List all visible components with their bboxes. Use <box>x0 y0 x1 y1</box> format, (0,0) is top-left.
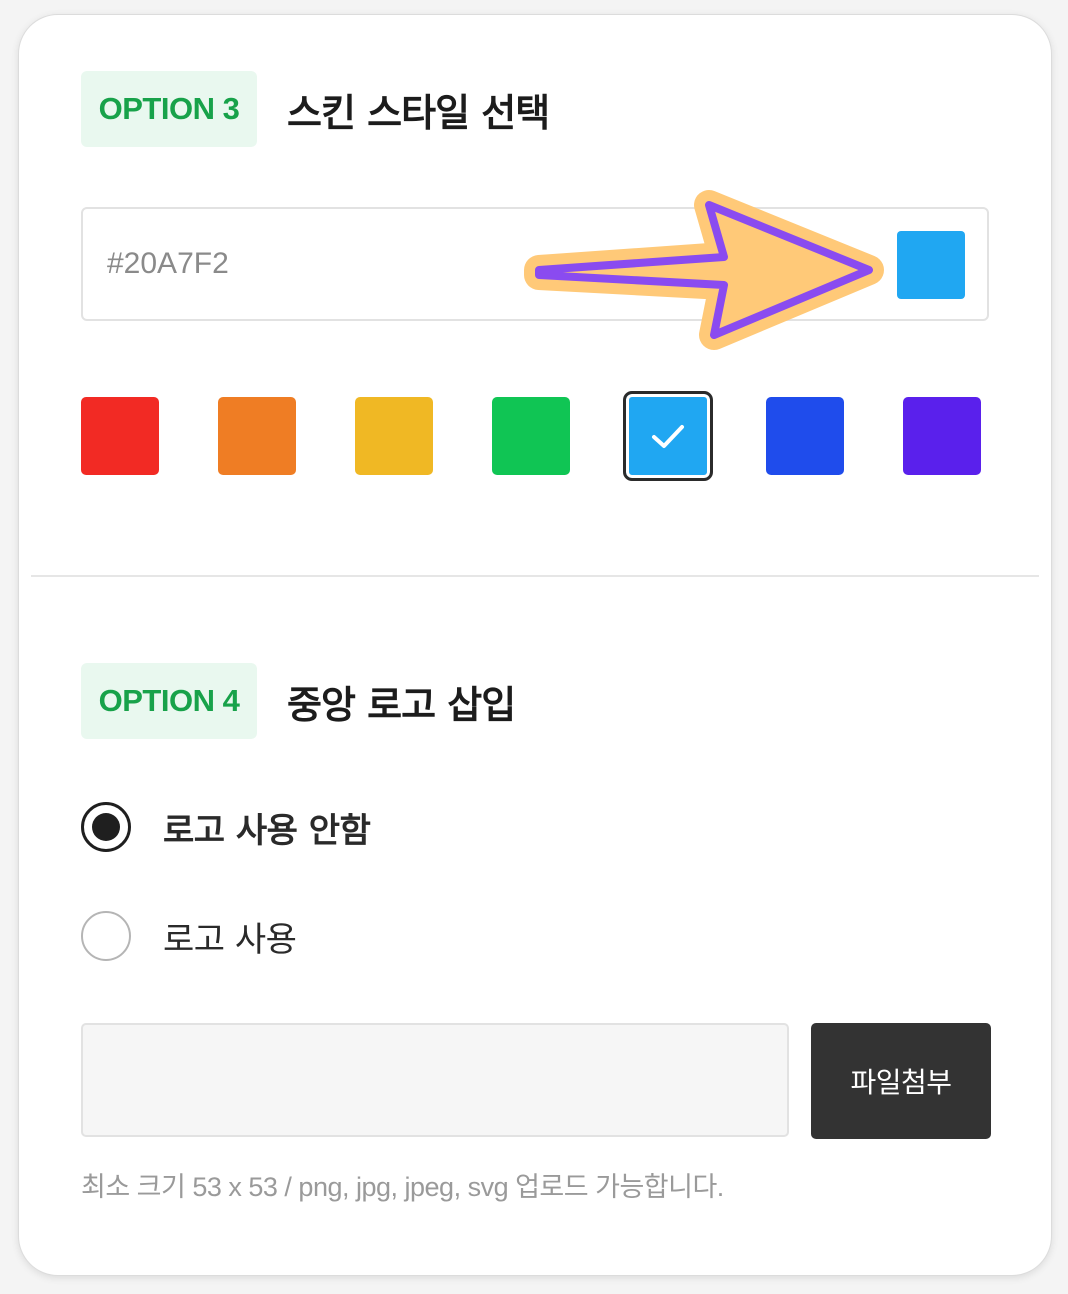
radio-button-unchecked[interactable] <box>81 911 131 961</box>
radio-label-use-logo: 로고 사용 <box>163 919 297 960</box>
option4-badge: OPTION 4 <box>81 663 257 739</box>
option4-title: 중앙 로고 삽입 <box>287 682 516 727</box>
color-swatch[interactable] <box>492 397 570 475</box>
color-preview <box>897 231 965 299</box>
radio-label-no-logo: 로고 사용 안함 <box>163 810 371 851</box>
color-swatch[interactable] <box>623 391 713 481</box>
option3-title: 스킨 스타일 선택 <box>287 90 550 135</box>
color-swatch[interactable] <box>218 397 296 475</box>
option3-badge: OPTION 3 <box>81 71 257 147</box>
section-divider <box>31 575 1039 577</box>
check-icon <box>652 425 684 448</box>
radio-button-checked[interactable] <box>81 802 131 852</box>
color-swatch[interactable] <box>766 397 844 475</box>
radio-use-logo[interactable]: 로고 사용 <box>81 909 297 963</box>
attach-file-button[interactable]: 파일첨부 <box>811 1023 991 1139</box>
file-path-field[interactable] <box>81 1023 789 1137</box>
color-swatch[interactable] <box>903 397 981 475</box>
hex-value: #20A7F2 <box>107 247 229 280</box>
color-swatch[interactable] <box>355 397 433 475</box>
upload-hint: 최소 크기 53 x 53 / png, jpg, jpeg, svg 업로드 … <box>81 1172 724 1202</box>
settings-card: OPTION 3 스킨 스타일 선택 #20A7F2 OPTION 4 중앙 로… <box>18 14 1052 1276</box>
radio-no-logo[interactable]: 로고 사용 안함 <box>81 800 371 854</box>
arrow-right-icon <box>524 190 884 350</box>
color-swatch[interactable] <box>81 397 159 475</box>
option4-header: OPTION 4 중앙 로고 삽입 <box>81 663 516 739</box>
option3-header: OPTION 3 스킨 스타일 선택 <box>81 71 550 147</box>
